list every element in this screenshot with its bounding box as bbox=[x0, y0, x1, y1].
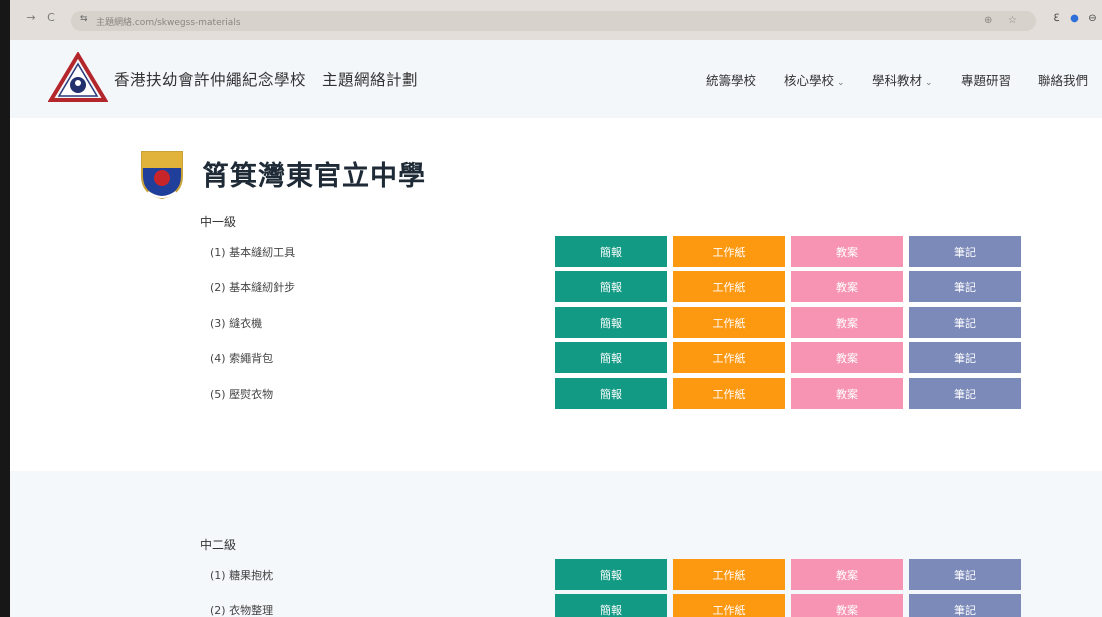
worksheet-button[interactable]: 工作紙 bbox=[673, 378, 785, 409]
lesson-plan-button[interactable]: 教案 bbox=[791, 342, 903, 373]
nav-subject-materials[interactable]: 學科教材 ⌄ bbox=[872, 70, 933, 89]
browser-toolbar: → C ⇆ 主題網絡.com/skwegss-materials ⊕ ☆ ℇ ●… bbox=[10, 0, 1102, 40]
slides-button[interactable]: 簡報 bbox=[555, 342, 667, 373]
browser-window: → C ⇆ 主題網絡.com/skwegss-materials ⊕ ☆ ℇ ●… bbox=[10, 0, 1102, 617]
site-title[interactable]: 香港扶幼會許仲繩紀念學校 主題網絡計劃 bbox=[114, 68, 418, 90]
topic-label: (5) 壓熨衣物 bbox=[210, 388, 274, 401]
slides-button[interactable]: 簡報 bbox=[555, 559, 667, 590]
lesson-plan-button[interactable]: 教案 bbox=[791, 559, 903, 590]
slides-button[interactable]: 簡報 bbox=[555, 271, 667, 302]
profile-icon[interactable]: ● bbox=[1068, 12, 1081, 25]
url-text: 主題網絡.com/skwegss-materials bbox=[96, 18, 241, 28]
lesson-plan-button[interactable]: 教案 bbox=[791, 236, 903, 267]
slides-button[interactable]: 簡報 bbox=[555, 378, 667, 409]
school-name: 筲箕灣東官立中學 bbox=[202, 161, 426, 192]
worksheet-button[interactable]: 工作紙 bbox=[673, 342, 785, 373]
notes-button[interactable]: 筆記 bbox=[909, 342, 1021, 373]
translate-icon[interactable]: ⊕ bbox=[984, 15, 992, 26]
nav-label: 核心學校 bbox=[784, 73, 835, 88]
slides-button[interactable]: 簡報 bbox=[555, 594, 667, 617]
reload-icon[interactable]: C bbox=[44, 11, 58, 24]
worksheet-button[interactable]: 工作紙 bbox=[673, 594, 785, 617]
site-info-icon[interactable]: ⇆ bbox=[80, 14, 88, 24]
level-heading: 中二級 bbox=[200, 538, 237, 552]
notes-button[interactable]: 筆記 bbox=[909, 271, 1021, 302]
notes-button[interactable]: 筆記 bbox=[909, 236, 1021, 267]
nav-contact-us[interactable]: 聯絡我們 bbox=[1038, 70, 1088, 89]
nav-label: 專題研習 bbox=[961, 73, 1012, 88]
lesson-plan-button[interactable]: 教案 bbox=[791, 307, 903, 338]
chevron-down-icon: ⌄ bbox=[925, 78, 933, 88]
nav-label: 學科教材 bbox=[872, 73, 923, 88]
topic-label: (1) 基本縫紉工具 bbox=[210, 246, 296, 259]
notes-button[interactable]: 筆記 bbox=[909, 378, 1021, 409]
slides-button[interactable]: 簡報 bbox=[555, 236, 667, 267]
lesson-plan-button[interactable]: 教案 bbox=[791, 378, 903, 409]
nav-label: 統籌學校 bbox=[706, 73, 757, 88]
worksheet-button[interactable]: 工作紙 bbox=[673, 271, 785, 302]
notes-button[interactable]: 筆記 bbox=[909, 307, 1021, 338]
menu-icon[interactable]: ⊖ bbox=[1086, 12, 1099, 25]
nav-core-schools[interactable]: 核心學校 ⌄ bbox=[784, 70, 845, 89]
topic-label: (1) 糖果抱枕 bbox=[210, 569, 274, 582]
site-header: 香港扶幼會許仲繩紀念學校 主題網絡計劃 統籌學校 核心學校 ⌄ 學科教材 ⌄ 專題研… bbox=[10, 40, 1102, 118]
nav-label: 聯絡我們 bbox=[1038, 73, 1089, 88]
slides-button[interactable]: 簡報 bbox=[555, 307, 667, 338]
topic-label: (4) 索繩背包 bbox=[210, 352, 274, 365]
worksheet-button[interactable]: 工作紙 bbox=[673, 307, 785, 338]
chevron-down-icon: ⌄ bbox=[837, 78, 845, 88]
school-crest-icon bbox=[141, 151, 183, 200]
back-icon[interactable]: → bbox=[24, 11, 38, 24]
lesson-plan-button[interactable]: 教案 bbox=[791, 271, 903, 302]
level-heading: 中一級 bbox=[200, 215, 237, 229]
topic-label: (3) 縫衣機 bbox=[210, 317, 263, 330]
worksheet-button[interactable]: 工作紙 bbox=[673, 236, 785, 267]
extension-icon[interactable]: ℇ bbox=[1050, 12, 1063, 25]
bookmark-star-icon[interactable]: ☆ bbox=[1008, 15, 1017, 26]
address-bar[interactable]: ⇆ 主題網絡.com/skwegss-materials ⊕ ☆ bbox=[71, 11, 1036, 31]
notes-button[interactable]: 筆記 bbox=[909, 559, 1021, 590]
lesson-plan-button[interactable]: 教案 bbox=[791, 594, 903, 617]
topic-label: (2) 衣物整理 bbox=[210, 604, 274, 617]
notes-button[interactable]: 筆記 bbox=[909, 594, 1021, 617]
nav-coordinating-school[interactable]: 統籌學校 bbox=[706, 70, 756, 89]
nav-project-learning[interactable]: 專題研習 bbox=[961, 70, 1011, 89]
school-logo[interactable] bbox=[48, 52, 108, 104]
topic-label: (2) 基本縫紉針步 bbox=[210, 281, 296, 294]
worksheet-button[interactable]: 工作紙 bbox=[673, 559, 785, 590]
